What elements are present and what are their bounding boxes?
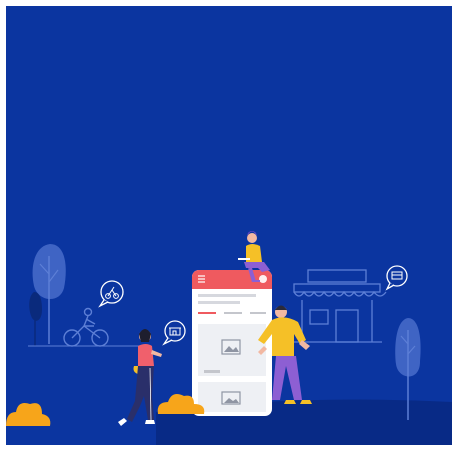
- hero-illustration: [6, 6, 452, 445]
- content-card: [198, 382, 266, 412]
- phone-mockup: [192, 270, 272, 416]
- profile-icon: [259, 275, 267, 283]
